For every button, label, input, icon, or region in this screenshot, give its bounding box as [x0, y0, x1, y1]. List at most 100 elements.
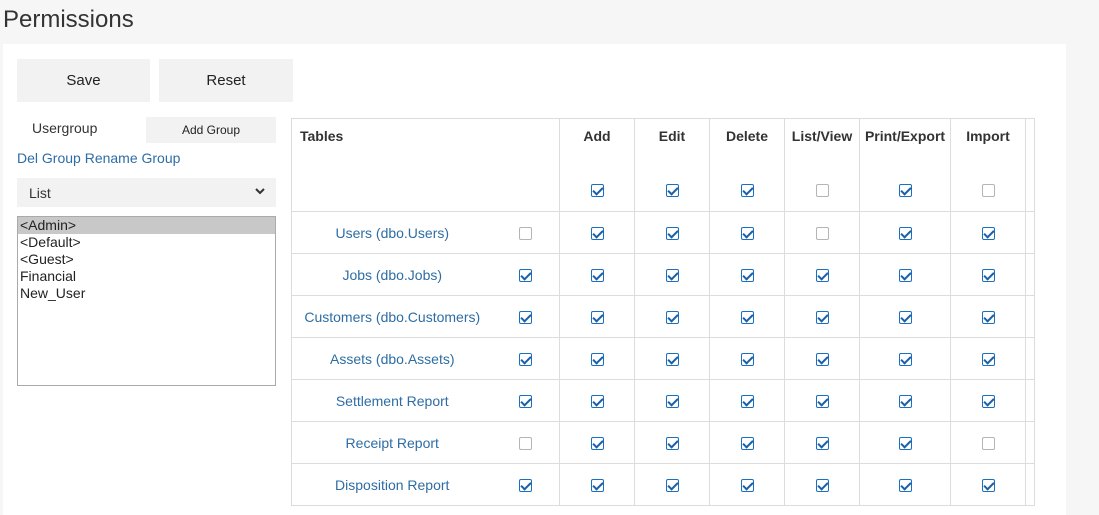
table-row: Users (dbo.Users): [291, 211, 1035, 254]
row-select-all-checkbox[interactable]: [519, 311, 533, 325]
permission-checkbox[interactable]: [665, 269, 679, 283]
permission-cell: [634, 295, 710, 338]
column-select-all-checkbox[interactable]: [740, 183, 754, 197]
permission-cell: [492, 463, 560, 506]
permission-checkbox[interactable]: [590, 395, 604, 409]
usergroup-option[interactable]: New_User: [18, 285, 275, 302]
table-row: Receipt Report: [291, 421, 1035, 464]
permission-checkbox[interactable]: [981, 269, 995, 283]
permission-checkbox[interactable]: [815, 479, 829, 493]
usergroup-label: Usergroup: [32, 120, 98, 136]
permission-checkbox[interactable]: [898, 269, 912, 283]
row-select-all-checkbox[interactable]: [519, 395, 533, 409]
permission-cell: [634, 337, 710, 380]
del-group-link[interactable]: Del Group: [17, 150, 81, 166]
row-select-all-checkbox[interactable]: [519, 227, 533, 241]
row-select-all-checkbox[interactable]: [519, 479, 533, 493]
table-name-link[interactable]: Receipt Report: [291, 421, 493, 464]
permission-cell: [859, 295, 951, 338]
permission-checkbox[interactable]: [665, 353, 679, 367]
permission-checkbox[interactable]: [665, 437, 679, 451]
permission-checkbox[interactable]: [590, 353, 604, 367]
column-select-all-checkbox[interactable]: [590, 183, 604, 197]
permission-checkbox[interactable]: [665, 227, 679, 241]
permission-checkbox[interactable]: [815, 311, 829, 325]
table-name-link[interactable]: Assets (dbo.Assets): [291, 337, 493, 380]
permission-checkbox[interactable]: [740, 437, 754, 451]
permission-checkbox[interactable]: [665, 479, 679, 493]
usergroup-option[interactable]: Financial: [18, 268, 275, 285]
permission-checkbox[interactable]: [815, 395, 829, 409]
permission-checkbox[interactable]: [981, 395, 995, 409]
permission-cell: [784, 421, 860, 464]
permission-checkbox[interactable]: [590, 269, 604, 283]
permission-cell: [784, 379, 860, 422]
permission-checkbox[interactable]: [665, 311, 679, 325]
permission-cell: [559, 295, 635, 338]
column-header-tables: Tables: [291, 118, 560, 212]
permission-checkbox[interactable]: [898, 479, 912, 493]
permission-cell: [859, 211, 951, 254]
view-mode-select[interactable]: List: [17, 178, 276, 207]
permission-checkbox[interactable]: [815, 227, 829, 241]
permission-cell: [559, 211, 635, 254]
reset-button[interactable]: Reset: [159, 59, 293, 102]
permission-checkbox[interactable]: [815, 437, 829, 451]
permission-cell: [950, 337, 1026, 380]
permission-checkbox[interactable]: [981, 227, 995, 241]
permission-checkbox[interactable]: [665, 395, 679, 409]
permission-cell: [859, 463, 951, 506]
permission-checkbox[interactable]: [590, 311, 604, 325]
permission-checkbox[interactable]: [898, 311, 912, 325]
permission-checkbox[interactable]: [740, 353, 754, 367]
permission-checkbox[interactable]: [740, 269, 754, 283]
permission-checkbox[interactable]: [590, 437, 604, 451]
column-select-all-checkbox[interactable]: [815, 183, 829, 197]
permission-checkbox[interactable]: [815, 269, 829, 283]
permission-checkbox[interactable]: [740, 479, 754, 493]
permission-checkbox[interactable]: [898, 353, 912, 367]
column-header-label: Print/Export: [864, 128, 946, 144]
row-select-all-checkbox[interactable]: [519, 269, 533, 283]
permission-checkbox[interactable]: [740, 227, 754, 241]
row-select-all-checkbox[interactable]: [519, 353, 533, 367]
permission-checkbox[interactable]: [590, 479, 604, 493]
table-name-link[interactable]: Users (dbo.Users): [291, 211, 493, 254]
permission-checkbox[interactable]: [590, 227, 604, 241]
column-header: Delete: [709, 118, 785, 212]
add-group-button[interactable]: Add Group: [146, 117, 276, 143]
permission-cell: [709, 295, 785, 338]
permission-checkbox[interactable]: [981, 311, 995, 325]
column-header-label: Tables: [300, 128, 344, 144]
permission-cell: [950, 295, 1026, 338]
permission-checkbox[interactable]: [981, 437, 995, 451]
permission-checkbox[interactable]: [898, 395, 912, 409]
save-button[interactable]: Save: [17, 59, 150, 102]
permission-checkbox[interactable]: [981, 353, 995, 367]
rename-group-link[interactable]: Rename Group: [85, 150, 181, 166]
permissions-panel: Save Reset Usergroup Add Group Del Group…: [3, 44, 1066, 515]
permission-checkbox[interactable]: [740, 395, 754, 409]
column-select-all-checkbox[interactable]: [665, 183, 679, 197]
column-header: List/View: [784, 118, 860, 212]
table-name-link[interactable]: Settlement Report: [291, 379, 493, 422]
permission-checkbox[interactable]: [898, 227, 912, 241]
permission-checkbox[interactable]: [740, 311, 754, 325]
usergroup-option[interactable]: <Default>: [18, 234, 275, 251]
table-name-link[interactable]: Customers (dbo.Customers): [291, 295, 493, 338]
row-spacer: [1025, 253, 1035, 296]
table-name-link[interactable]: Disposition Report: [291, 463, 493, 506]
permission-checkbox[interactable]: [981, 479, 995, 493]
permission-cell: [634, 379, 710, 422]
column-select-all-checkbox[interactable]: [898, 183, 912, 197]
permission-checkbox[interactable]: [815, 353, 829, 367]
usergroup-option[interactable]: <Admin>: [18, 217, 275, 234]
usergroup-option[interactable]: <Guest>: [18, 251, 275, 268]
usergroup-list[interactable]: <Admin> <Default> <Guest> Financial New_User: [17, 216, 276, 386]
permission-checkbox[interactable]: [898, 437, 912, 451]
permission-cell: [559, 253, 635, 296]
row-select-all-checkbox[interactable]: [519, 437, 533, 451]
column-select-all-checkbox[interactable]: [981, 183, 995, 197]
table-name-link[interactable]: Jobs (dbo.Jobs): [291, 253, 493, 296]
permission-cell: [784, 337, 860, 380]
